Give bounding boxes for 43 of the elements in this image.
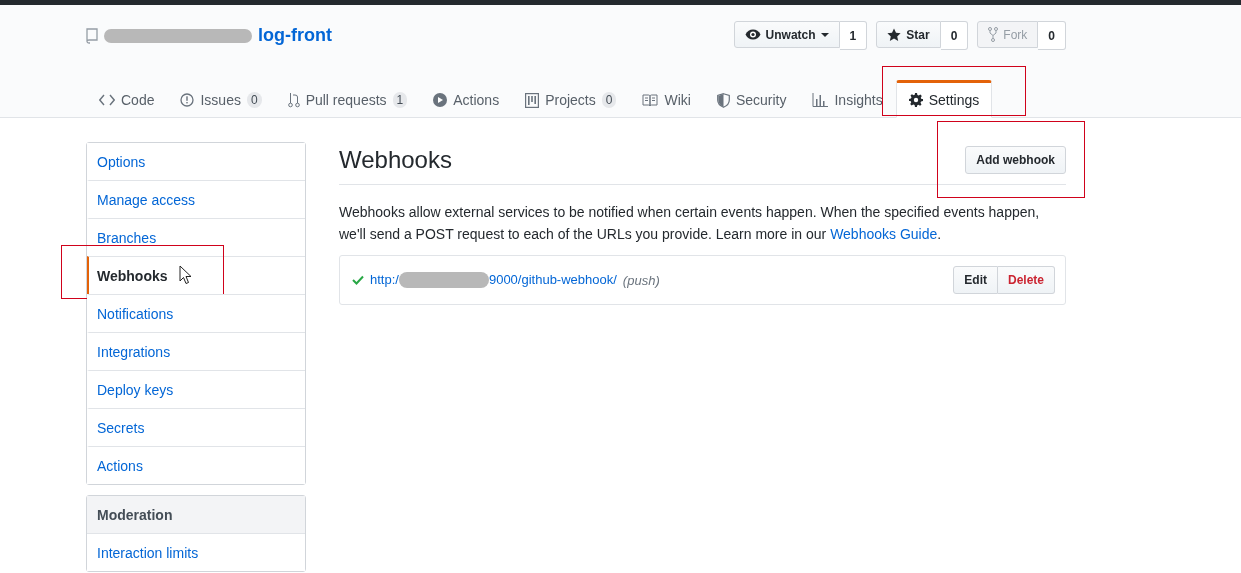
fork-icon (988, 27, 999, 42)
counter-badge: 0 (601, 92, 617, 108)
counter-badge: 0 (246, 92, 262, 108)
nav-tab[interactable]: Wiki (629, 80, 704, 118)
board-icon (525, 92, 540, 108)
bar-graph-icon (812, 93, 829, 107)
nav-tab[interactable]: Insights (799, 80, 896, 118)
code-icon (99, 94, 115, 106)
page-title: Webhooks (339, 146, 452, 174)
add-webhook-button[interactable]: Add webhook (965, 146, 1066, 174)
delete-button[interactable]: Delete (997, 266, 1055, 294)
play-icon (433, 93, 448, 107)
star-icon (887, 27, 902, 42)
count-label[interactable]: 0 (940, 21, 969, 50)
nav-tab[interactable]: Issues 0 (167, 80, 275, 118)
repo-name[interactable]: log-front (258, 25, 332, 46)
eye-icon (744, 29, 761, 40)
nav-tab[interactable]: Security (703, 80, 800, 118)
cursor-icon (179, 265, 192, 285)
alert-circle-icon (180, 93, 195, 107)
webhook-url[interactable]: http:/ 9000/github-webhook/ (370, 271, 617, 289)
counter-badge: 1 (392, 92, 408, 108)
caret-icon (820, 32, 829, 37)
nav-tab[interactable]: Code (86, 80, 168, 118)
nav-tab[interactable]: Settings (895, 80, 993, 118)
description-text: Webhooks allow external services to be notified when certain events happen. When the specified events happen, we'll send a POST request to each of the URLs you provide. Learn more in our Webhooks Guide. (339, 203, 1041, 244)
nav-tab[interactable]: Pull requests 1 (274, 80, 421, 118)
star-button[interactable]: Star (876, 21, 941, 48)
event-label: (push) (622, 272, 660, 288)
book-icon (642, 93, 659, 107)
sidebar-item[interactable]: Actions (87, 446, 305, 484)
watch-button[interactable]: Unwatch (733, 21, 840, 48)
repo-icon (86, 27, 98, 44)
sidebar-item[interactable]: Webhooks (87, 256, 305, 294)
guide-link[interactable]: Webhooks Guide (830, 226, 938, 242)
nav-tab[interactable]: Actions (420, 80, 513, 118)
edit-button[interactable]: Edit (953, 266, 998, 294)
nav-tab[interactable]: Projects 0 (512, 80, 630, 118)
settings-icon (908, 93, 923, 107)
pull-request-icon (287, 92, 300, 108)
shield-icon (716, 92, 730, 108)
section-header: Moderation (87, 496, 305, 534)
count-label[interactable]: 1 (839, 21, 868, 50)
